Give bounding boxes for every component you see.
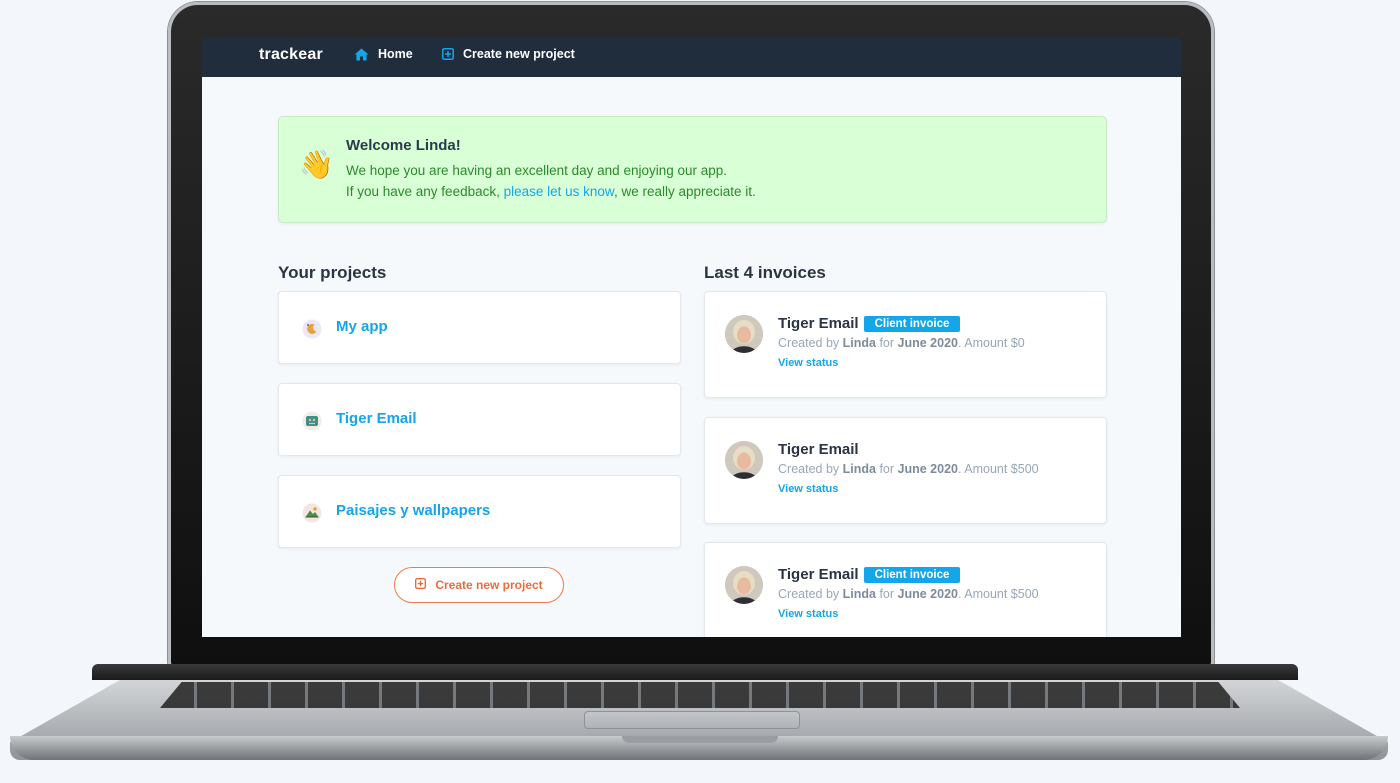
invoice-project-name: Tiger Email (778, 441, 859, 458)
invoice-title-row: Tiger Email Client invoice (778, 566, 961, 583)
meta-user: Linda (842, 336, 876, 350)
project-card[interactable]: Tiger Email (278, 383, 681, 456)
project-card[interactable]: Paisajes y wallpapers (278, 475, 681, 548)
invoice-project-name: Tiger Email (778, 315, 859, 332)
projects-heading: Your projects (278, 263, 387, 282)
nav-home-label: Home (378, 47, 413, 61)
meta-amount: . Amount $0 (957, 336, 1025, 350)
meta-created-by: Created by (778, 587, 843, 601)
nav-home-link[interactable]: Home (354, 47, 413, 61)
view-status-link[interactable]: View status (778, 357, 838, 369)
create-new-project-label: Create new project (435, 578, 543, 592)
client-invoice-badge: Client invoice (863, 315, 961, 332)
meta-period: June 2020 (897, 587, 958, 601)
project-name: My app (336, 318, 388, 335)
invoice-meta: Created by Linda for June 2020. Amount $… (778, 587, 1039, 601)
meta-user: Linda (842, 462, 876, 476)
invoices-heading: Last 4 invoices (704, 263, 826, 282)
avatar (725, 566, 763, 604)
feedback-text-before: If you have any feedback, (346, 184, 504, 199)
waving-hand-icon: 👋 (299, 149, 334, 180)
create-new-project-button[interactable]: Create new project (394, 567, 564, 603)
meta-for: for (875, 462, 898, 476)
brand-logo[interactable]: trackear (259, 46, 323, 64)
meta-for: for (875, 587, 898, 601)
welcome-message: We hope you are having an excellent day … (346, 163, 728, 178)
invoice-meta: Created by Linda for June 2020. Amount $… (778, 462, 1039, 476)
feedback-message: If you have any feedback, please let us … (346, 184, 756, 199)
invoice-meta: Created by Linda for June 2020. Amount $… (778, 336, 1025, 350)
nav-create-project-label: Create new project (463, 47, 575, 61)
invoice-card: Tiger Email Client invoice Created by Li… (704, 542, 1107, 637)
avatar (725, 315, 763, 353)
meta-amount: . Amount $500 (957, 462, 1039, 476)
plus-square-icon (442, 48, 454, 60)
view-status-link[interactable]: View status (778, 483, 838, 495)
meta-period: June 2020 (897, 462, 958, 476)
invoice-project-name: Tiger Email (778, 566, 859, 583)
meta-created-by: Created by (778, 462, 843, 476)
invoice-card: Tiger Email Client invoice Created by Li… (704, 291, 1107, 398)
home-icon (354, 48, 369, 61)
meta-amount: . Amount $500 (957, 587, 1039, 601)
avatar (725, 441, 763, 479)
app-screen: trackear Home Create new project 👋 Welco… (202, 38, 1181, 637)
invoice-card: Tiger Email Created by Linda for June 20… (704, 417, 1107, 524)
nav-create-project-link[interactable]: Create new project (442, 47, 575, 61)
welcome-banner: 👋 Welcome Linda! We hope you are having … (278, 116, 1107, 223)
laptop-hinge (92, 664, 1298, 680)
landscape-app-icon (302, 503, 322, 523)
view-status-link[interactable]: View status (778, 608, 838, 620)
moon-app-icon (302, 319, 322, 339)
project-name: Paisajes y wallpapers (336, 502, 491, 519)
laptop-trackpad (584, 711, 800, 729)
feedback-text-after: , we really appreciate it. (613, 184, 756, 199)
meta-for: for (875, 336, 898, 350)
laptop-keyboard (160, 682, 1240, 708)
tiger-app-icon (302, 411, 322, 431)
feedback-link[interactable]: please let us know (504, 184, 614, 199)
invoice-title-row: Tiger Email Client invoice (778, 315, 961, 332)
meta-created-by: Created by (778, 336, 843, 350)
top-navbar: trackear Home Create new project (202, 38, 1181, 77)
client-invoice-badge: Client invoice (863, 566, 961, 583)
meta-period: June 2020 (897, 336, 958, 350)
meta-user: Linda (842, 587, 876, 601)
project-name: Tiger Email (336, 410, 417, 427)
plus-square-icon (415, 578, 427, 592)
laptop-notch (622, 736, 778, 743)
welcome-title: Welcome Linda! (346, 137, 461, 154)
project-card[interactable]: My app (278, 291, 681, 364)
invoice-title-row: Tiger Email (778, 441, 859, 458)
